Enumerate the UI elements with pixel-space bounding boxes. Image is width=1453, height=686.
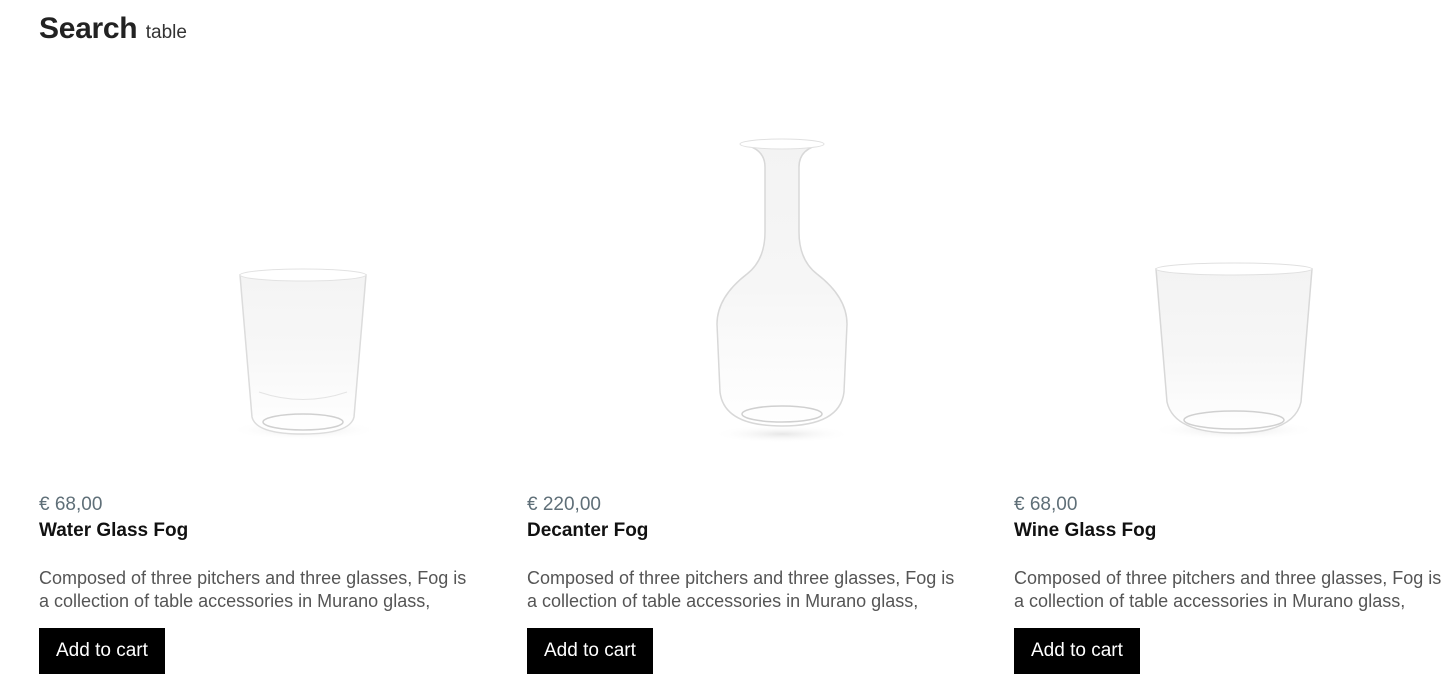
product-image-wine-glass[interactable] [1054, 92, 1424, 468]
product-name[interactable]: Water Glass Fog [39, 520, 188, 542]
product-card-wine-glass: € 68,00 Wine Glass Fog Composed of three… [1014, 0, 1453, 686]
decanter-image [712, 138, 852, 443]
water-glass-image [229, 268, 379, 440]
search-results-page: Search table € 68,00 Water Glass Fog Com… [0, 0, 1453, 686]
product-description-line: Composed of three pitchers and three gla… [39, 568, 467, 588]
product-description-line: a collection of table accessories in Mur… [527, 591, 919, 611]
product-description-line: Composed of three pitchers and three gla… [1014, 568, 1442, 588]
product-price: € 220,00 [527, 494, 601, 515]
product-description-line: a collection of table accessories in Mur… [39, 591, 431, 611]
product-name[interactable]: Wine Glass Fog [1014, 520, 1156, 542]
add-to-cart-button[interactable]: Add to cart [527, 628, 653, 674]
product-card-water-glass: € 68,00 Water Glass Fog Composed of thre… [39, 0, 489, 686]
product-description: Composed of three pitchers and three gla… [39, 567, 499, 613]
product-price: € 68,00 [1014, 494, 1078, 515]
product-price: € 68,00 [39, 494, 103, 515]
product-description-line: Composed of three pitchers and three gla… [527, 568, 955, 588]
product-description: Composed of three pitchers and three gla… [527, 567, 987, 613]
product-image-decanter[interactable] [567, 92, 937, 468]
product-name[interactable]: Decanter Fog [527, 520, 648, 542]
product-description-line: a collection of table accessories in Mur… [1014, 591, 1406, 611]
add-to-cart-button[interactable]: Add to cart [1014, 628, 1140, 674]
product-description: Composed of three pitchers and three gla… [1014, 567, 1453, 613]
product-card-decanter: € 220,00 Decanter Fog Composed of three … [527, 0, 977, 686]
product-image-water-glass[interactable] [79, 92, 449, 468]
wine-glass-image [1149, 262, 1319, 440]
add-to-cart-button[interactable]: Add to cart [39, 628, 165, 674]
